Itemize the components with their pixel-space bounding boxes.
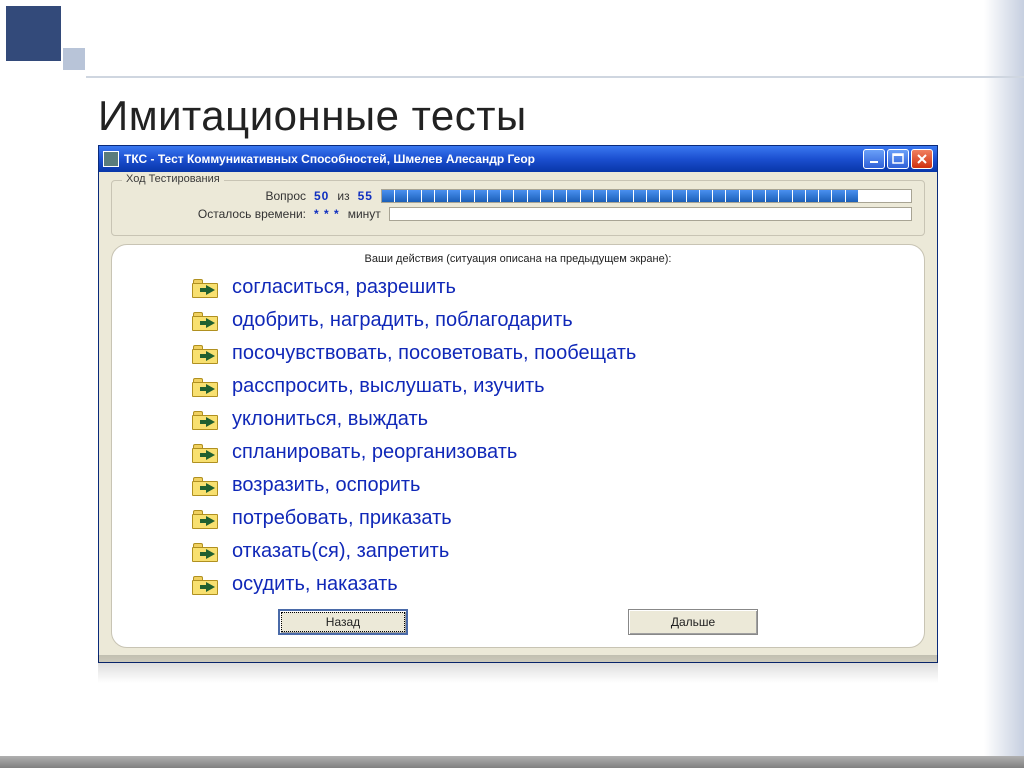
slide-corner-square-small <box>63 48 85 70</box>
option-text: отказать(ся), запретить <box>232 540 449 563</box>
folder-open-icon <box>192 509 222 529</box>
option-row[interactable]: согласиться, разрешить <box>192 271 900 304</box>
question-panel: Ваши действия (ситуация описана на преды… <box>111 244 925 648</box>
question-prompt: Ваши действия (ситуация описана на преды… <box>136 253 900 265</box>
folder-open-icon <box>192 377 222 397</box>
slide-right-gradient <box>984 0 1024 768</box>
close-button[interactable] <box>911 149 933 169</box>
question-current: 50 <box>314 189 329 203</box>
option-row[interactable]: уклониться, выждать <box>192 403 900 436</box>
folder-open-icon <box>192 542 222 562</box>
time-progress <box>389 207 912 221</box>
question-progress <box>381 189 912 203</box>
folder-open-icon <box>192 476 222 496</box>
status-group-label: Ход Тестирования <box>122 173 224 185</box>
next-button[interactable]: Дальше <box>628 609 758 635</box>
folder-open-icon <box>192 575 222 595</box>
option-row[interactable]: потребовать, приказать <box>192 502 900 535</box>
folder-open-icon <box>192 278 222 298</box>
folder-open-icon <box>192 443 222 463</box>
option-list: согласиться, разрешить одобрить, наградит… <box>136 271 900 601</box>
status-groupbox: Ход Тестирования Вопрос 50 из 55 Осталос… <box>111 180 925 236</box>
app-icon <box>103 151 119 167</box>
option-text: одобрить, наградить, поблагодарить <box>232 309 573 332</box>
time-label: Осталось времени: <box>186 207 306 221</box>
minimize-icon <box>868 153 880 165</box>
option-text: возразить, оспорить <box>232 474 420 497</box>
maximize-icon <box>892 153 904 165</box>
slide-divider-line <box>86 76 1024 78</box>
titlebar-text: ТКС - Тест Коммуникативных Способностей,… <box>124 152 863 166</box>
time-value: * * * <box>314 207 340 221</box>
option-row[interactable]: одобрить, наградить, поблагодарить <box>192 304 900 337</box>
option-text: посочувствовать, посоветовать, пообещать <box>232 342 636 365</box>
option-row[interactable]: спланировать, реорганизовать <box>192 436 900 469</box>
option-row[interactable]: отказать(ся), запретить <box>192 535 900 568</box>
option-row[interactable]: возразить, оспорить <box>192 469 900 502</box>
option-text: потребовать, приказать <box>232 507 452 530</box>
option-text: осудить, наказать <box>232 573 398 596</box>
app-window: ТКС - Тест Коммуникативных Способностей,… <box>98 145 938 663</box>
option-text: расспросить, выслушать, изучить <box>232 375 545 398</box>
titlebar[interactable]: ТКС - Тест Коммуникативных Способностей,… <box>99 146 937 172</box>
option-text: согласиться, разрешить <box>232 276 456 299</box>
slide-title: Имитационные тесты <box>98 92 527 140</box>
option-row[interactable]: расспросить, выслушать, изучить <box>192 370 900 403</box>
option-text: уклониться, выждать <box>232 408 428 431</box>
time-unit: минут <box>348 207 381 221</box>
question-sep: из <box>337 189 349 203</box>
minimize-button[interactable] <box>863 149 885 169</box>
option-row[interactable]: посочувствовать, посоветовать, пообещать <box>192 337 900 370</box>
folder-open-icon <box>192 410 222 430</box>
close-icon <box>916 153 928 165</box>
question-label: Вопрос <box>186 189 306 203</box>
option-text: спланировать, реорганизовать <box>232 441 517 464</box>
window-drop-shadow <box>98 655 938 683</box>
slide-bottom-shadow <box>0 756 1024 768</box>
back-button[interactable]: Назад <box>278 609 408 635</box>
maximize-button[interactable] <box>887 149 909 169</box>
option-row[interactable]: осудить, наказать <box>192 568 900 601</box>
question-total: 55 <box>358 189 373 203</box>
folder-open-icon <box>192 344 222 364</box>
folder-open-icon <box>192 311 222 331</box>
slide-corner-square-large <box>6 6 61 61</box>
